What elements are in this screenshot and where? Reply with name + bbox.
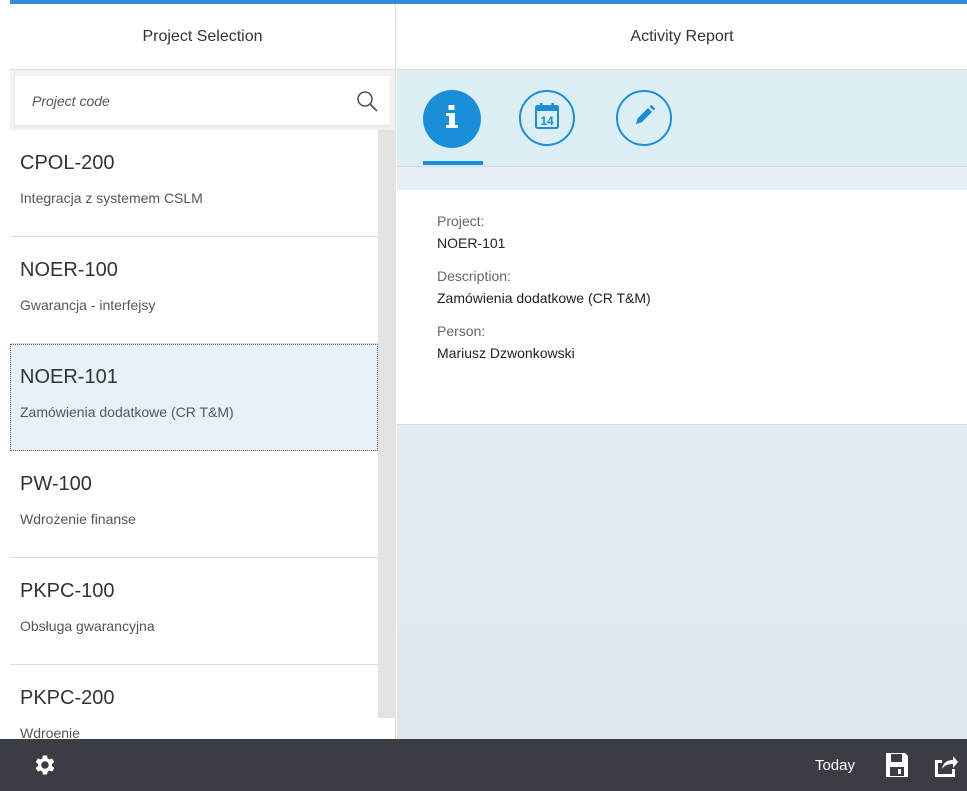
icon-tab-bar: 14 bbox=[397, 70, 967, 167]
project-description: Obsługa gwarancyjna bbox=[20, 618, 155, 634]
person-label: Person: bbox=[437, 323, 486, 339]
pencil-icon bbox=[631, 103, 657, 134]
save-icon[interactable] bbox=[883, 751, 911, 779]
search-bar bbox=[10, 70, 395, 130]
project-value: NOER-101 bbox=[437, 235, 506, 251]
master-pane: Project Selection CPOL-200 Integracja z … bbox=[0, 4, 397, 791]
project-list-item-selected[interactable]: NOER-101 Zamówienia dodatkowe (CR T&M) bbox=[10, 344, 378, 451]
project-description: Zamówienia dodatkowe (CR T&M) bbox=[20, 404, 234, 420]
info-icon bbox=[440, 103, 464, 136]
list-scrollbar[interactable] bbox=[378, 130, 396, 718]
project-info-panel: Project: NOER-101 Description: Zamówieni… bbox=[397, 190, 967, 425]
app-shell: Project Selection CPOL-200 Integracja z … bbox=[0, 0, 967, 791]
project-code: NOER-100 bbox=[20, 259, 118, 281]
tab-calendar[interactable]: 14 bbox=[519, 90, 575, 146]
today-button[interactable]: Today bbox=[815, 757, 855, 774]
project-list-area: CPOL-200 Integracja z systemem CSLM NOER… bbox=[10, 130, 396, 742]
project-list: CPOL-200 Integracja z systemem CSLM NOER… bbox=[10, 130, 378, 742]
project-code: PKPC-100 bbox=[20, 580, 115, 602]
project-code: PW-100 bbox=[20, 473, 92, 495]
tab-edit[interactable] bbox=[616, 90, 672, 146]
project-list-item[interactable]: PW-100 Wdrożenie finanse bbox=[10, 451, 378, 558]
project-list-item[interactable]: PKPC-200 Wdroenie bbox=[10, 665, 378, 742]
share-icon[interactable] bbox=[931, 751, 959, 779]
project-code: CPOL-200 bbox=[20, 152, 115, 174]
project-code: PKPC-200 bbox=[20, 687, 115, 709]
search-icon[interactable] bbox=[354, 88, 380, 114]
detail-title: Activity Report bbox=[397, 4, 967, 70]
project-code-search-input[interactable] bbox=[32, 92, 354, 109]
project-description: Integracja z systemem CSLM bbox=[20, 190, 203, 206]
detail-pane: Activity Report 14 Project: NOER-101 Des… bbox=[397, 4, 967, 791]
description-label: Description: bbox=[437, 268, 511, 284]
project-list-item[interactable]: PKPC-100 Obsługa gwarancyjna bbox=[10, 558, 378, 665]
project-description: Wdrożenie finanse bbox=[20, 511, 136, 527]
person-value: Mariusz Dzwonkowski bbox=[437, 345, 575, 361]
calendar-icon: 14 bbox=[534, 102, 560, 135]
gear-icon[interactable] bbox=[30, 750, 60, 780]
project-list-item[interactable]: NOER-100 Gwarancja - interfejsy bbox=[10, 237, 378, 344]
description-value: Zamówienia dodatkowe (CR T&M) bbox=[437, 290, 651, 306]
detail-footer-toolbar: Today bbox=[397, 739, 967, 791]
project-description: Gwarancja - interfejsy bbox=[20, 297, 156, 313]
calendar-day: 14 bbox=[540, 114, 554, 128]
active-tab-indicator bbox=[423, 161, 483, 165]
master-title: Project Selection bbox=[10, 4, 395, 70]
tab-info[interactable] bbox=[423, 90, 481, 148]
project-list-item[interactable]: CPOL-200 Integracja z systemem CSLM bbox=[10, 130, 378, 237]
search-box bbox=[15, 76, 390, 125]
project-label: Project: bbox=[437, 213, 485, 229]
master-footer bbox=[0, 739, 397, 791]
project-code: NOER-101 bbox=[20, 366, 118, 388]
